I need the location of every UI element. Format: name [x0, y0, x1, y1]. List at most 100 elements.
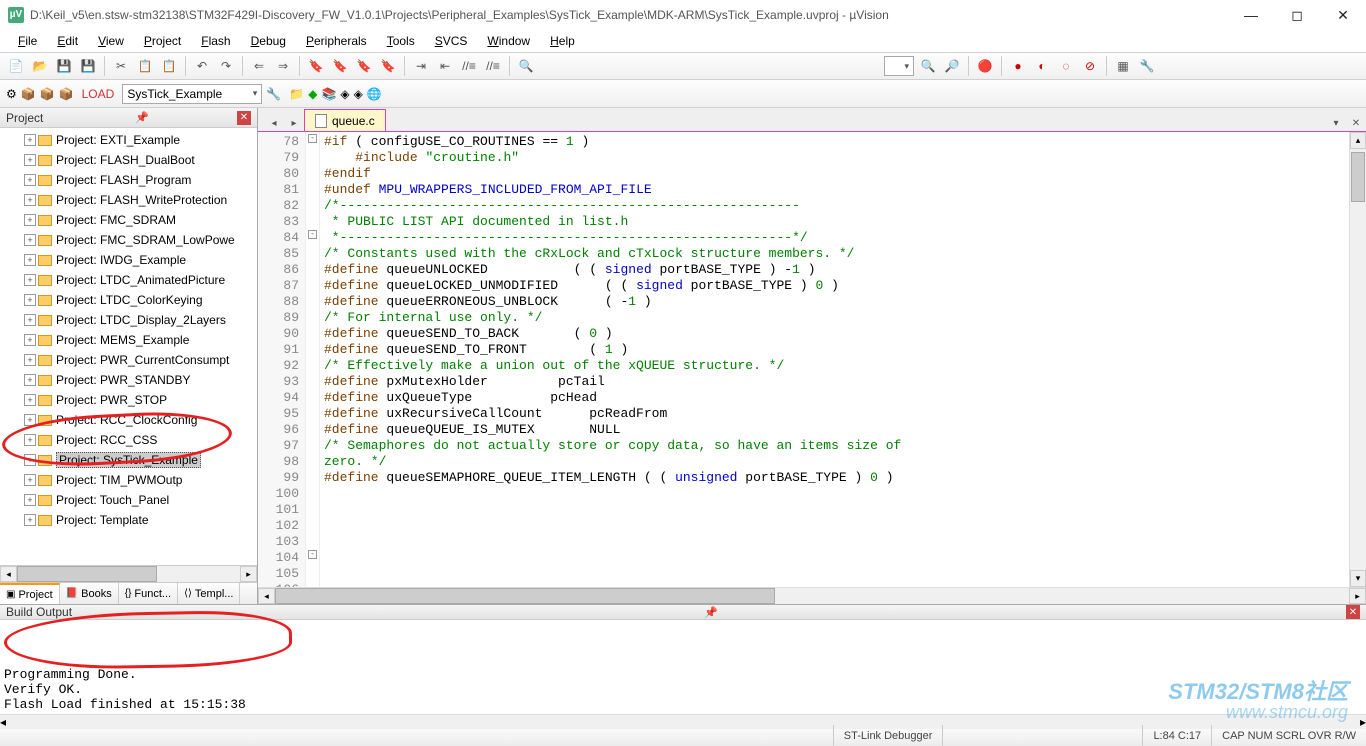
new-file-icon[interactable]: 📄 [6, 56, 26, 76]
expander-icon[interactable]: + [24, 154, 36, 166]
minimize-button[interactable]: — [1228, 0, 1274, 30]
expander-icon[interactable]: + [24, 254, 36, 266]
pin-icon[interactable]: 📌 [135, 111, 149, 124]
window-layout-icon[interactable]: ▦ [1113, 56, 1133, 76]
breakpoint-insert-icon[interactable]: ● [1008, 56, 1028, 76]
expander-icon[interactable]: + [24, 514, 36, 526]
menu-file[interactable]: File [8, 32, 47, 50]
copy-icon[interactable]: 📋 [135, 56, 155, 76]
menu-debug[interactable]: Debug [241, 32, 296, 50]
panel-close-icon[interactable]: ✕ [237, 111, 251, 125]
download-icon[interactable]: LOAD [82, 87, 115, 101]
pack-installer-icon[interactable]: ◈ [340, 87, 349, 101]
comment-icon[interactable]: //≡ [459, 56, 479, 76]
find-dropdown[interactable]: ▾ [884, 56, 914, 76]
tree-item[interactable]: +Project: FLASH_Program [0, 170, 257, 190]
fold-gutter[interactable]: --- [306, 132, 320, 587]
expander-icon[interactable]: + [24, 494, 36, 506]
expander-icon[interactable]: + [24, 394, 36, 406]
tree-item[interactable]: +Project: FLASH_WriteProtection [0, 190, 257, 210]
scroll-thumb[interactable] [275, 588, 775, 604]
panel-tab-books[interactable]: 📕 Books [60, 583, 119, 604]
cut-icon[interactable]: ✂ [111, 56, 131, 76]
menu-peripherals[interactable]: Peripherals [296, 32, 377, 50]
scroll-up-icon[interactable]: ▴ [1350, 132, 1366, 149]
breakpoint-enable-icon[interactable]: ◐ [1032, 56, 1052, 76]
pin-icon[interactable]: 📌 [704, 606, 718, 619]
scroll-down-icon[interactable]: ▾ [1350, 570, 1366, 587]
tree-item[interactable]: +Project: Touch_Panel [0, 490, 257, 510]
tree-h-scrollbar[interactable]: ◂ ▸ [0, 565, 257, 582]
editor-tab-active[interactable]: queue.c [304, 109, 386, 131]
panel-tab-funct[interactable]: {} Funct... [119, 583, 178, 604]
project-tree[interactable]: +Project: EXTI_Example+Project: FLASH_Du… [0, 128, 257, 565]
editor-h-scrollbar[interactable]: ◂ ▸ [258, 587, 1366, 604]
tree-item[interactable]: +Project: PWR_CurrentConsumpt [0, 350, 257, 370]
menu-window[interactable]: Window [477, 32, 540, 50]
tab-list-icon[interactable]: ▾ [1328, 115, 1344, 131]
expander-icon[interactable]: + [24, 294, 36, 306]
breakpoint-kill-icon[interactable]: ⊘ [1080, 56, 1100, 76]
rebuild-icon[interactable]: 📦 [40, 87, 55, 101]
tree-item[interactable]: +Project: Template [0, 510, 257, 530]
undo-icon[interactable]: ↶ [192, 56, 212, 76]
tree-item[interactable]: +Project: FMC_SDRAM [0, 210, 257, 230]
open-file-icon[interactable]: 📂 [30, 56, 50, 76]
simulator-icon[interactable]: 🌐 [367, 87, 382, 101]
tree-item[interactable]: +Project: MEMS_Example [0, 330, 257, 350]
tree-item[interactable]: +Project: PWR_STOP [0, 390, 257, 410]
batch-build-icon[interactable]: 📦 [59, 87, 74, 101]
breakpoint-disable-icon[interactable]: ◌ [1056, 56, 1076, 76]
find-in-files-icon[interactable]: 🔍 [516, 56, 536, 76]
menu-tools[interactable]: Tools [377, 32, 425, 50]
close-button[interactable]: ✕ [1320, 0, 1366, 30]
bookmark-prev-icon[interactable]: 🔖 [330, 56, 350, 76]
redo-icon[interactable]: ↷ [216, 56, 236, 76]
panel-tab-project[interactable]: ▣ Project [0, 583, 60, 604]
maximize-button[interactable]: ◻ [1274, 0, 1320, 30]
tree-item[interactable]: +Project: FLASH_DualBoot [0, 150, 257, 170]
expander-icon[interactable]: + [24, 334, 36, 346]
file-ext-icon[interactable]: 📁 [289, 87, 304, 101]
scroll-track[interactable] [775, 588, 1349, 604]
expander-icon[interactable]: + [24, 234, 36, 246]
scroll-left-icon[interactable]: ◂ [0, 566, 17, 582]
expander-icon[interactable]: + [24, 454, 36, 466]
build-output-text[interactable]: Programming Done.Verify OK.Flash Load fi… [0, 620, 1366, 714]
nav-forward-icon[interactable]: ⇒ [273, 56, 293, 76]
scroll-left-icon[interactable]: ◂ [258, 588, 275, 604]
tab-prev-icon[interactable]: ◂ [266, 115, 282, 131]
bookmark-icon[interactable]: 🔖 [306, 56, 326, 76]
scroll-right-icon[interactable]: ▸ [1349, 588, 1366, 604]
expander-icon[interactable]: + [24, 214, 36, 226]
scroll-thumb[interactable] [17, 566, 157, 582]
expander-icon[interactable]: + [24, 134, 36, 146]
expander-icon[interactable]: + [24, 314, 36, 326]
tree-item[interactable]: +Project: TIM_PWMOutp [0, 470, 257, 490]
menu-flash[interactable]: Flash [191, 32, 240, 50]
find-icon[interactable]: 🔍 [918, 56, 938, 76]
tree-item[interactable]: +Project: RCC_CSS [0, 430, 257, 450]
tab-next-icon[interactable]: ▸ [286, 115, 302, 131]
configure-icon[interactable]: 🔧 [1137, 56, 1157, 76]
expander-icon[interactable]: + [24, 374, 36, 386]
tree-item[interactable]: +Project: EXTI_Example [0, 130, 257, 150]
debug-icon[interactable]: 🔴 [975, 56, 995, 76]
translate-icon[interactable]: ⚙ [6, 87, 17, 101]
panel-tab-templ[interactable]: ⟨⟩ Templ... [178, 583, 240, 604]
editor-v-scrollbar[interactable]: ▴ ▾ [1349, 132, 1366, 587]
pack-selector-icon[interactable]: ◈ [354, 87, 363, 101]
tree-item[interactable]: +Project: IWDG_Example [0, 250, 257, 270]
scroll-right-icon[interactable]: ▸ [240, 566, 257, 582]
save-all-icon[interactable]: 💾 [78, 56, 98, 76]
menu-svcs[interactable]: SVCS [425, 32, 478, 50]
target-options-icon[interactable]: 🔧 [266, 87, 281, 101]
expander-icon[interactable]: + [24, 414, 36, 426]
menu-edit[interactable]: Edit [47, 32, 88, 50]
manage-rte-icon[interactable]: ◆ [308, 87, 317, 101]
nav-back-icon[interactable]: ⇐ [249, 56, 269, 76]
target-select[interactable]: SysTick_Example ▾ [122, 84, 262, 104]
code-content[interactable]: #if ( configUSE_CO_ROUTINES == 1 ) #incl… [320, 132, 1366, 587]
indent-icon[interactable]: ⇥ [411, 56, 431, 76]
tree-item[interactable]: +Project: SysTick_Example [0, 450, 257, 470]
